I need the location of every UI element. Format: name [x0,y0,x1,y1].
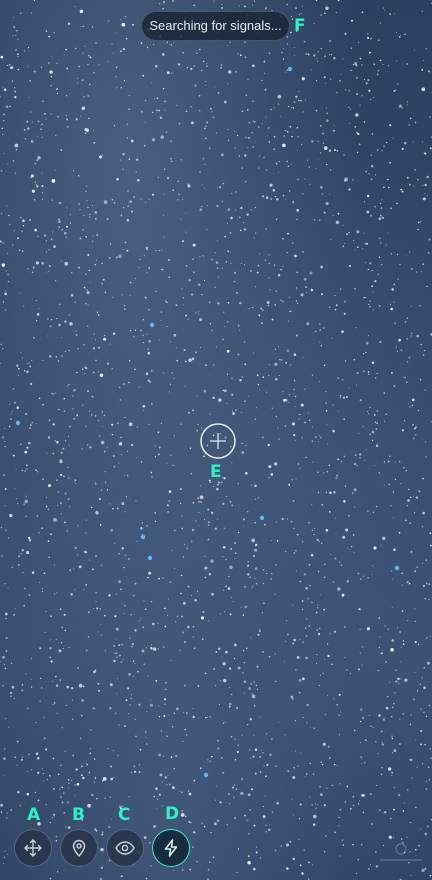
marker-f: F [294,16,306,36]
move-button[interactable] [14,829,52,867]
eye-icon [115,841,135,855]
signal-scan-button[interactable] [152,829,190,867]
move-arrows-icon [24,839,42,857]
sky-view[interactable]: Searching for signals... F E A B C D [0,0,432,880]
lightning-bolt-icon [164,839,178,857]
marker-e: E [210,462,222,482]
marker-a: A [27,805,41,825]
crosshair-reticle[interactable] [199,422,237,460]
marker-c: C [118,805,131,825]
marker-d: D [165,804,180,824]
watermark-logo [378,841,424,866]
visibility-button[interactable] [106,829,144,867]
status-indicator: Searching for signals... [141,11,290,41]
marker-b: B [72,805,85,825]
status-text: Searching for signals... [149,18,282,33]
location-pin-icon [72,839,86,857]
location-button[interactable] [60,829,98,867]
